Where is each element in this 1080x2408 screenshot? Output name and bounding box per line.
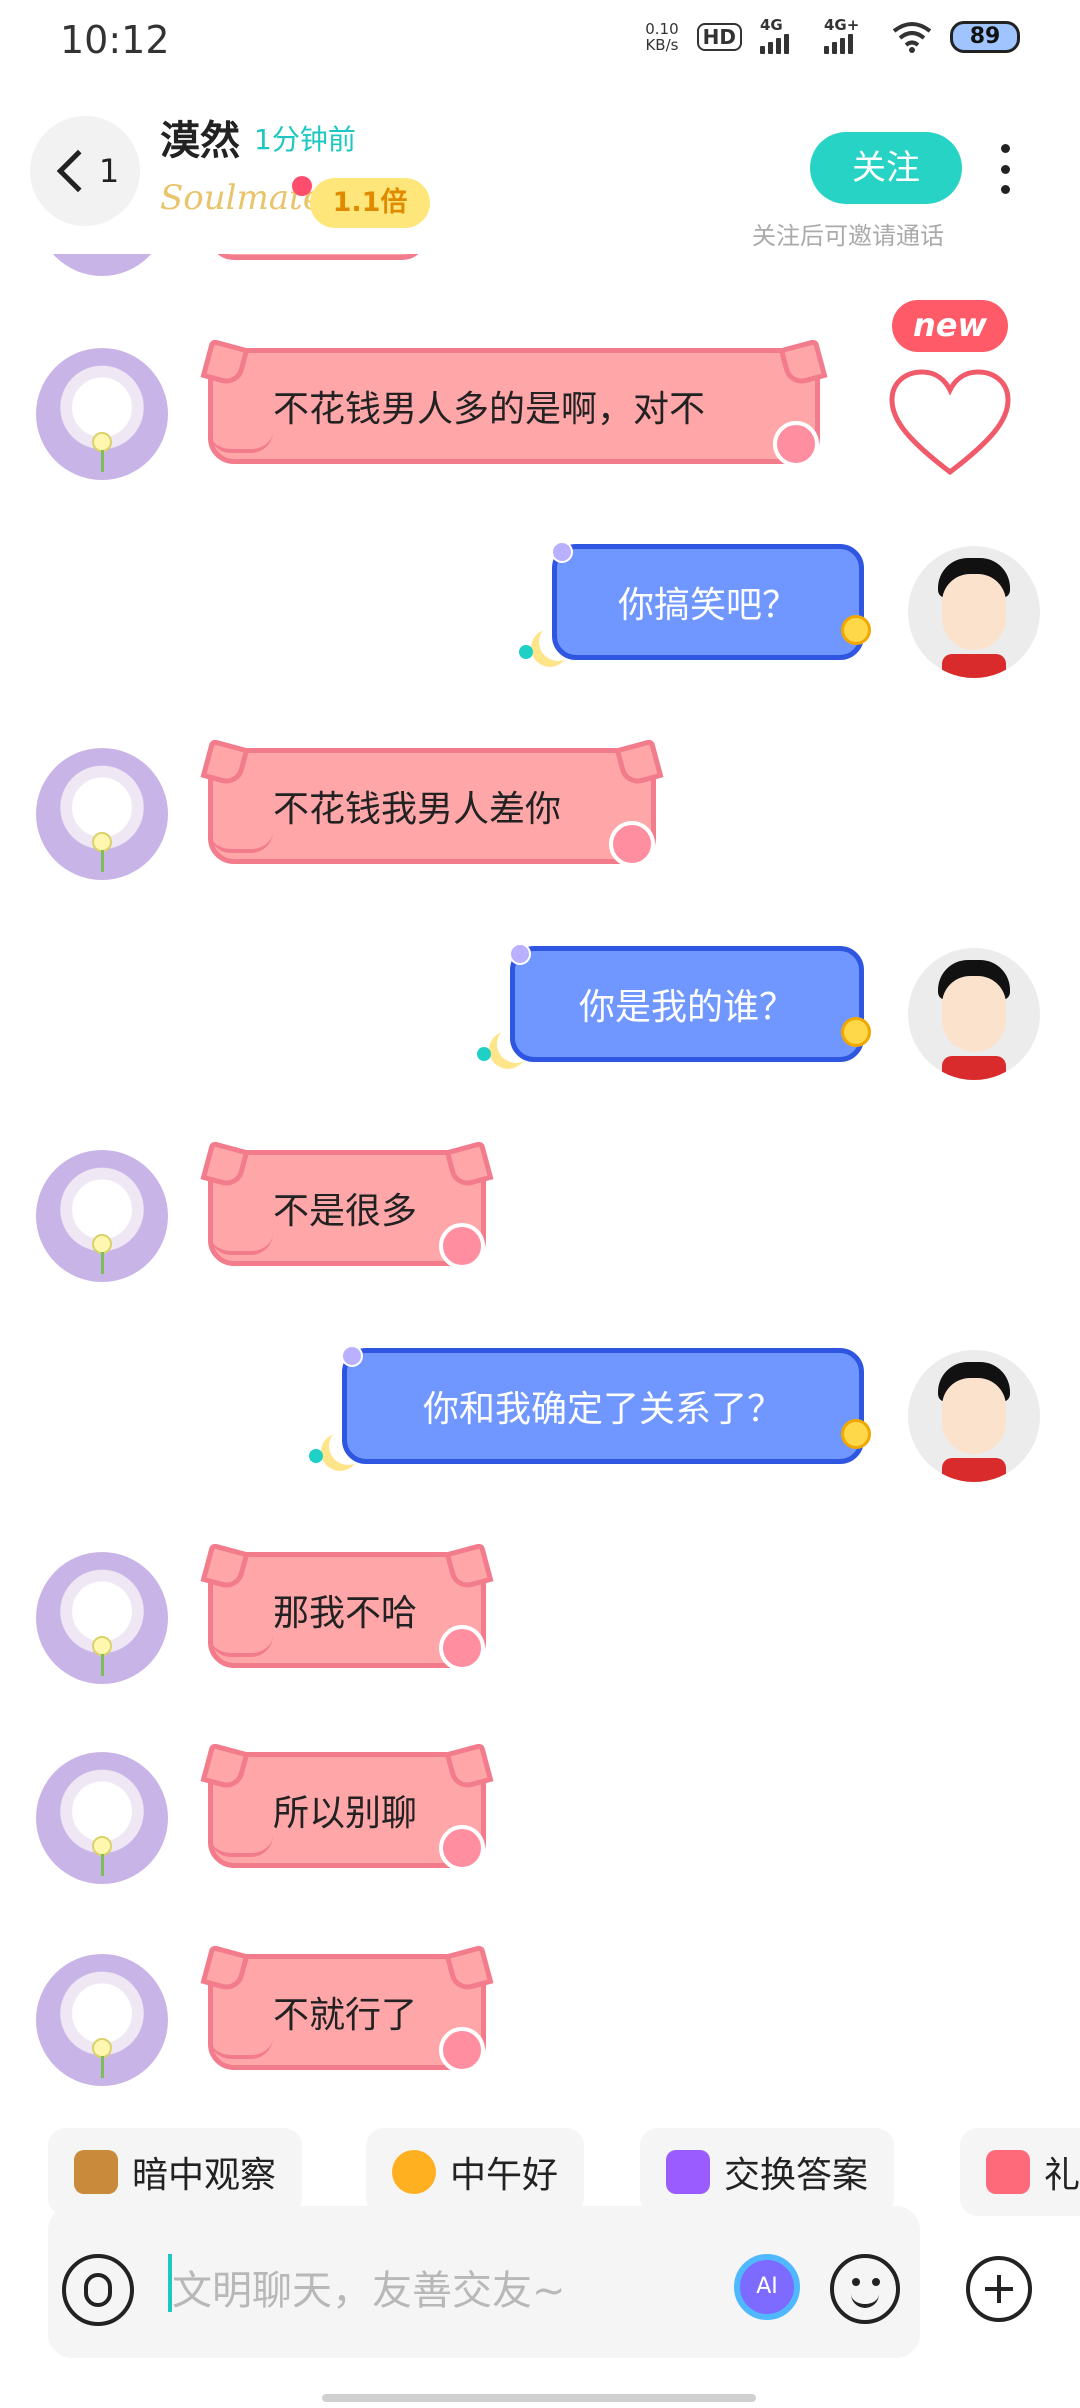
input-bar: 文明聊天，友善交友~ AI <box>0 2206 1080 2358</box>
signal-2-label: 4G+ <box>824 16 860 34</box>
dog-peek-icon <box>74 2150 118 2194</box>
avatar[interactable] <box>36 1150 168 1282</box>
status-icons: 0.10 KB/s HD 4G 4G+ 89 <box>645 16 1020 54</box>
message-bubble[interactable]: 不就行了 <box>208 1954 486 2073</box>
multiplier-badge[interactable]: 1.1倍 <box>310 178 430 228</box>
net-speed-value: 0.10 <box>645 20 679 38</box>
message-bubble[interactable]: 不是很多 <box>208 1150 486 1269</box>
planet-icon <box>841 1017 871 1047</box>
paw-icon <box>439 2027 485 2073</box>
home-indicator[interactable] <box>322 2394 756 2402</box>
gift-icon <box>986 2150 1030 2194</box>
more-options-icon[interactable] <box>998 144 1012 194</box>
message-bubble[interactable]: 那我不哈 <box>208 1552 486 1671</box>
wifi-icon <box>892 22 932 53</box>
battery-icon: 89 <box>950 21 1020 53</box>
message-bubble[interactable]: 你是我的谁？ <box>477 943 871 1062</box>
message-text: 不花钱男人多的是啊，对不 <box>273 389 706 430</box>
ai-assistant-icon[interactable]: AI <box>734 2254 800 2320</box>
unread-count: 1 <box>98 152 120 190</box>
avatar[interactable] <box>908 546 1040 678</box>
notification-dot <box>292 176 312 196</box>
contact-name[interactable]: 漠然 <box>160 108 240 166</box>
back-button[interactable]: 1 <box>30 116 140 226</box>
avatar[interactable] <box>908 948 1040 1080</box>
message-text: 你和我确定了关系了？ <box>422 1389 783 1430</box>
paw-icon <box>439 1825 485 1871</box>
chip-label: 中午好 <box>450 2155 559 2196</box>
cellular-signal-icon-2: 4G+ <box>824 16 874 54</box>
follow-hint: 关注后可邀请通话 <box>752 222 944 250</box>
paw-icon <box>439 1625 485 1671</box>
chevron-left-icon <box>56 149 100 193</box>
quick-reply-bar: 暗中观察 中午好 交换答案 礼 <box>0 2128 1080 2218</box>
quick-reply-chip[interactable]: 暗中观察 <box>48 2128 303 2216</box>
heart-icon[interactable] <box>888 368 1012 480</box>
quick-reply-chip[interactable]: 礼 <box>960 2128 1080 2216</box>
chip-label: 暗中观察 <box>132 2155 277 2196</box>
message-text: 不是很多 <box>273 1191 418 1232</box>
quick-reply-chip[interactable]: 中午好 <box>366 2128 585 2216</box>
avatar[interactable] <box>36 1552 168 1684</box>
exchange-icon <box>666 2150 710 2194</box>
message-text: 不花钱我男人差你 <box>273 789 562 830</box>
paw-icon <box>773 421 819 467</box>
emoji-icon[interactable] <box>830 2254 900 2324</box>
new-badge: new <box>892 300 1008 352</box>
message-bubble[interactable]: 不花钱我男人差你 <box>208 748 656 867</box>
paw-icon <box>439 1223 485 1269</box>
planet-icon <box>841 615 871 645</box>
avatar[interactable] <box>908 1350 1040 1482</box>
hd-icon: HD <box>696 23 742 51</box>
message-bubble[interactable]: 不花钱男人多的是啊，对不 <box>208 348 820 467</box>
mention-icon[interactable] <box>62 2254 134 2326</box>
quick-reply-chip[interactable]: 交换答案 <box>640 2128 895 2216</box>
add-icon[interactable] <box>966 2256 1032 2322</box>
message-text: 不就行了 <box>273 1995 418 2036</box>
avatar[interactable] <box>36 254 168 276</box>
message-text: 你搞笑吧？ <box>617 585 798 626</box>
chat-header: 1 漠然 1分钟前 Soulmate 1.1倍 关注 关注后可邀请通话 <box>0 84 1080 254</box>
chip-label: 交换答案 <box>724 2155 869 2196</box>
message-text: 所以别聊 <box>273 1793 418 1834</box>
follow-button[interactable]: 关注 <box>810 132 962 204</box>
chat-messages[interactable]: new 不花钱男人多的是啊，对不 你搞笑吧？ 不花钱我男人差你 你是我的谁？ 不… <box>0 254 1080 2114</box>
network-speed: 0.10 KB/s <box>645 21 678 53</box>
sun-sunglasses-icon <box>392 2150 436 2194</box>
avatar[interactable] <box>36 1954 168 2086</box>
avatar[interactable] <box>36 348 168 480</box>
net-speed-unit: KB/s <box>645 36 679 54</box>
avatar[interactable] <box>36 748 168 880</box>
message-text: 那我不哈 <box>273 1593 418 1634</box>
planet-icon <box>841 1419 871 1449</box>
message-text: 你是我的谁？ <box>578 987 795 1028</box>
last-seen: 1分钟前 <box>254 123 356 156</box>
input-placeholder: 文明聊天，友善交友~ <box>172 2268 566 2314</box>
status-time: 10:12 <box>60 18 170 62</box>
avatar[interactable] <box>36 1752 168 1884</box>
chip-label: 礼 <box>1044 2155 1080 2196</box>
message-bubble[interactable]: 所以别聊 <box>208 1752 486 1871</box>
paw-icon <box>609 821 655 867</box>
message-bubble[interactable]: 你和我确定了关系了？ <box>309 1345 871 1464</box>
cellular-signal-icon: 4G <box>760 16 806 54</box>
message-bubble[interactable]: 你搞笑吧？ <box>519 541 871 660</box>
status-bar: 10:12 0.10 KB/s HD 4G 4G+ 89 <box>0 0 1080 84</box>
message-bubble <box>208 254 428 260</box>
signal-1-label: 4G <box>760 16 783 34</box>
